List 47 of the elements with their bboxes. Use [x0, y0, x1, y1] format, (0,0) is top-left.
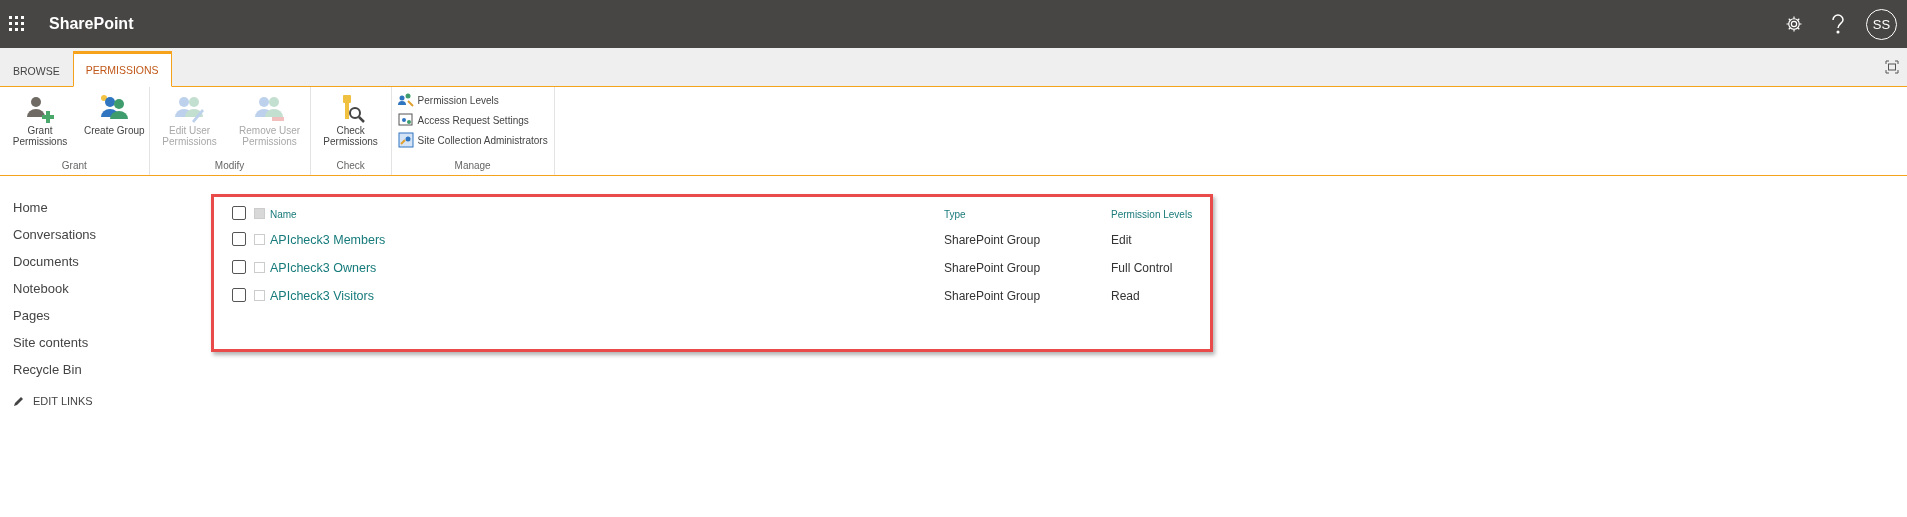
nav-link[interactable]: Notebook: [13, 275, 211, 302]
row-checkbox[interactable]: [232, 260, 246, 274]
ribbon-tab[interactable]: PERMISSIONS: [72, 51, 172, 87]
group-label: Grant: [60, 160, 88, 173]
header-checkbox[interactable]: [254, 207, 265, 219]
nav-link[interactable]: Home: [13, 194, 211, 221]
group-label: Check: [335, 160, 366, 173]
group-label: Manage: [453, 160, 492, 173]
type-cell: SharePoint Group: [944, 261, 1041, 275]
pencil-icon: [13, 395, 24, 407]
nav-link[interactable]: Conversations: [13, 221, 211, 248]
group-link[interactable]: APIcheck3 Visitors: [270, 289, 374, 303]
row-checkbox[interactable]: [232, 232, 246, 246]
group-link[interactable]: APIcheck3 Owners: [270, 261, 377, 275]
type-cell: SharePoint Group: [944, 289, 1041, 303]
ribbon-button[interactable]: Create Group: [82, 93, 147, 160]
app-launcher-icon[interactable]: [9, 16, 25, 32]
admins-icon: [397, 132, 414, 148]
site-title[interactable]: SharePoint: [49, 15, 134, 33]
ribbon-button[interactable]: Site Collection Administrators: [393, 131, 552, 149]
ribbon-button[interactable]: Grant Permissions: [2, 93, 78, 160]
access-settings-icon: [397, 112, 414, 128]
item-checkbox[interactable]: [254, 289, 265, 301]
ribbon-button[interactable]: Check Permissions: [312, 93, 389, 160]
column-header[interactable]: Permission Levels: [1111, 209, 1193, 220]
ribbon-button[interactable]: Access Request Settings: [393, 111, 552, 129]
focus-mode-icon[interactable]: [1885, 60, 1899, 74]
nav-link[interactable]: Recycle Bin: [13, 356, 211, 383]
nav-link[interactable]: Pages: [13, 302, 211, 329]
ribbon-button[interactable]: Permission Levels: [393, 91, 552, 109]
nav-link[interactable]: Documents: [13, 248, 211, 275]
ribbon-tab[interactable]: BROWSE: [0, 55, 73, 87]
permission-cell: Edit: [1111, 233, 1132, 247]
permission-cell: Full Control: [1111, 261, 1173, 275]
type-cell: SharePoint Group: [944, 233, 1041, 247]
item-checkbox[interactable]: [254, 261, 265, 273]
users-key-icon: [397, 92, 414, 108]
group-label: Modify: [213, 160, 246, 173]
item-checkbox[interactable]: [254, 233, 265, 245]
select-all-checkbox[interactable]: [232, 206, 246, 220]
nav-link[interactable]: Site contents: [13, 329, 211, 356]
row-checkbox[interactable]: [232, 288, 246, 302]
edit-links-link[interactable]: EDIT LINKS: [13, 395, 211, 407]
column-header[interactable]: Type: [944, 209, 966, 220]
column-header[interactable]: Name: [270, 209, 297, 220]
group-link[interactable]: APIcheck3 Members: [270, 233, 386, 247]
permission-cell: Read: [1111, 289, 1140, 303]
